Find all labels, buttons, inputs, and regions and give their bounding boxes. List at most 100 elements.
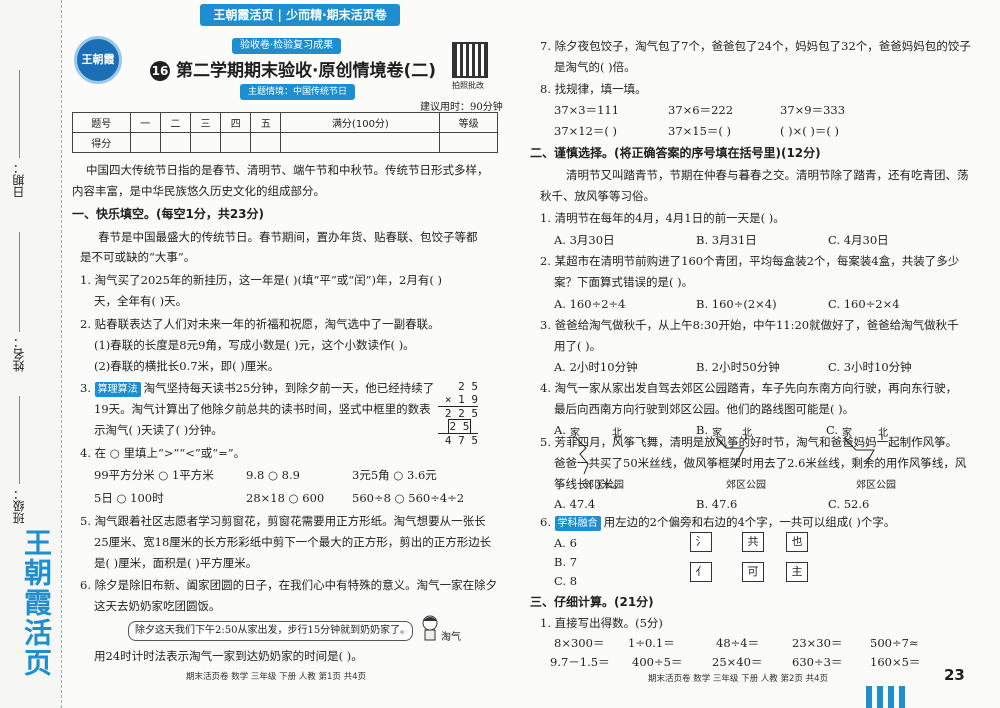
question-3: 3. 算理算法 淘气坚持每天读书25分钟，到除夕前一天，他已经持续了: [80, 381, 435, 397]
score-table: 题号一二三四五满分(100分) 等级 得分: [72, 112, 498, 153]
vert-line: 4 7 5: [444, 434, 478, 447]
calc-item: 23×30＝: [792, 636, 843, 650]
choice-question-1: 1. 清明节在每年的4月，4月1日的前一天是( )。: [540, 211, 785, 225]
calc-item: 25×40＝: [712, 655, 763, 669]
score-input[interactable]: [159, 132, 191, 153]
score-value-row: 得分: [72, 132, 498, 153]
compare-item: 99平方分米 ○ 1平方米: [94, 468, 214, 482]
question-3-cont: 19天。淘气计算出了他除夕前总共的读书时间，竖式中框里的数表: [94, 402, 431, 416]
qr-code-icon[interactable]: [452, 42, 488, 78]
algorithm-tag: 算理算法: [94, 382, 141, 397]
question-2-part-1: (1)春联的长度是8元9角，写成小数是( )元，这个小数读作( )。: [94, 338, 415, 352]
score-cell: 满分(100分): [280, 112, 441, 133]
option: C. 8: [554, 574, 578, 588]
option: B. 3月31日: [696, 233, 757, 247]
choice-question-4-cont: 最后向西南方向行驶到郊区公园。他们的路线图可能是( )。: [554, 402, 855, 416]
component-char: 可: [742, 562, 764, 582]
score-input[interactable]: [189, 132, 222, 153]
radical-char: 氵: [690, 532, 712, 552]
score-cell: 五: [250, 112, 282, 133]
score-input[interactable]: [439, 132, 498, 153]
pattern-item: 37×9＝333: [780, 103, 846, 117]
compare-item: 28×18 ○ 600: [246, 491, 325, 505]
calc-item: 400÷5＝: [632, 655, 683, 669]
title-text: 第二学期期末验收·原创情境卷(二): [176, 61, 436, 81]
child-character-icon: [422, 615, 438, 641]
char-box: 可: [742, 560, 764, 582]
series-name: 少而精·期末活页卷: [286, 8, 387, 22]
compare-item: 9.8 ○ 8.9: [246, 468, 300, 482]
park-label: 郊区公园: [726, 480, 766, 491]
brand-vertical: 王朝霞活页: [20, 528, 53, 678]
char-box: 主: [786, 560, 808, 582]
score-cell: 三: [189, 112, 222, 133]
brand-logo: 王朝霞: [74, 36, 122, 84]
suggested-time: 建议用时：90分钟: [420, 102, 503, 113]
choice-question-4: 4. 淘气一家从家出发自驾去郊区公园踏青，车子先向东南方向行驶，再向东行驶，: [540, 381, 958, 395]
calc-item: 1÷0.1＝: [628, 636, 675, 650]
section-1-heading: 一、快乐填空。(每空1分，共23分): [72, 207, 265, 221]
radical-char: 亻: [690, 562, 712, 582]
question-6-ask: 用24时计时法表示淘气一家到达奶奶家的时间是( )。: [94, 649, 363, 663]
question-5-cont: 是( )厘米，面积是( )平方厘米。: [94, 556, 258, 570]
question-8: 8. 找规律，填一填。: [540, 82, 647, 96]
pattern-item: 37×3＝111: [554, 103, 620, 117]
question-3-cont: 示淘气( )天读了( )分钟。: [94, 423, 223, 437]
question-7-cont: 是淘气的( )倍。: [554, 60, 636, 74]
decorative-bars: [866, 686, 906, 708]
choice-question-2-cont: 案？下面算式错误的是( )。: [554, 275, 694, 289]
question-6: 6. 除夕是除旧布新、阖家团圆的日子，在我们心中有特殊的意义。淘气一家在除夕: [80, 578, 498, 592]
choice-question-2: 2. 某超市在清明节前购进了160个青团，平均每盒装2个，每案装4盒，共装了多少: [540, 254, 960, 268]
header-ribbon: 王朝霞活页 | 少而精·期末活页卷: [200, 4, 400, 26]
score-cell: 等级: [439, 112, 498, 133]
section-3-heading: 三、仔细计算。(21分): [530, 595, 654, 609]
score-cell: 四: [220, 112, 252, 133]
calc-item: 8×300＝: [554, 636, 605, 650]
passage-line: 秋千、放风筝等习俗。: [540, 189, 655, 203]
calc-item: 630÷3＝: [792, 655, 843, 669]
option: A. 2小时10分钟: [554, 360, 638, 374]
score-input[interactable]: [220, 132, 252, 153]
calc-item: 48÷4＝: [716, 636, 760, 650]
question-6-cont: 这天去奶奶家吃团圆饭。: [94, 599, 221, 613]
binding-strip: 日期： 姓名： 班级： 王朝霞活页: [0, 0, 62, 708]
boxed-partial: 2 5: [447, 419, 472, 434]
score-cell: 一: [129, 112, 161, 133]
subject-tag: 学科融合: [554, 516, 601, 531]
passage-line: 春节是中国最盛大的传统节日。春节期间，置办年货、贴春联、包饺子等都: [98, 230, 478, 244]
pattern-blank: 37×15＝( ): [668, 124, 732, 138]
component-char: 主: [786, 562, 808, 582]
pattern-blank: 37×12＝( ): [554, 124, 618, 138]
vertical-multiplication: 2 5 × 1 9 2 2 5 2 5 4 7 5: [438, 380, 478, 447]
score-input[interactable]: [129, 132, 161, 153]
title-number: 16: [150, 61, 170, 81]
intro-line: 中国四大传统节日指的是春节、清明节、端午节和中秋节。传统节日形式多样，: [86, 163, 489, 177]
page-title: 16 第二学期期末验收·原创情境卷(二): [150, 56, 436, 81]
question-4: 4. 在 ○ 里填上“>”“<”或“=”。: [80, 446, 246, 460]
radical-box: 亻: [690, 560, 712, 582]
score-input[interactable]: [250, 132, 282, 153]
page-number: 23: [944, 666, 965, 684]
choice-question-6-text: 用左边的2个偏旁和右边的4个字，一共可以组成( )个字。: [603, 515, 896, 529]
score-cell: 题号: [72, 112, 131, 133]
option: A. 160÷2÷4: [554, 297, 626, 311]
check-tag: 验收卷·检验复习成果: [232, 38, 342, 54]
option: C. 160÷2×4: [828, 297, 900, 311]
score-cell: 二: [159, 112, 191, 133]
compare-item: 5日 ○ 100时: [94, 491, 164, 505]
question-3-text: 淘气坚持每天读书25分钟，到除夕前一天，他已经持续了: [143, 381, 435, 395]
option: B. 160÷(2×4): [696, 297, 777, 311]
score-input[interactable]: [280, 132, 441, 153]
compare-item: 3元5角 ○ 3.6元: [352, 468, 437, 482]
option: A. 6: [554, 536, 577, 550]
question-7: 7. 除夕夜包饺子，淘气包了7个，爸爸包了24个，妈妈包了32个，爸爸妈妈包的饺…: [540, 39, 971, 53]
section-2-heading: 二、谨慎选择。(将正确答案的序号填在括号里)(12分): [530, 146, 821, 160]
vert-line: × 1 9: [438, 393, 478, 407]
speech-bubble: 除夕这天我们下午2:50从家出发，步行15分钟就到奶奶家了。: [128, 621, 413, 641]
name-line: [19, 232, 20, 332]
option: A. 3月30日: [554, 233, 615, 247]
question-1: 1. 淘气买了2025年的新挂历，这一年是( )(填“平”或“闰”)年，2月有(…: [80, 273, 442, 287]
park-label: 郊区公园: [856, 480, 896, 491]
brand-name: 王朝霞活页: [213, 8, 274, 22]
calc-item: 9.7－1.5＝: [550, 655, 610, 669]
